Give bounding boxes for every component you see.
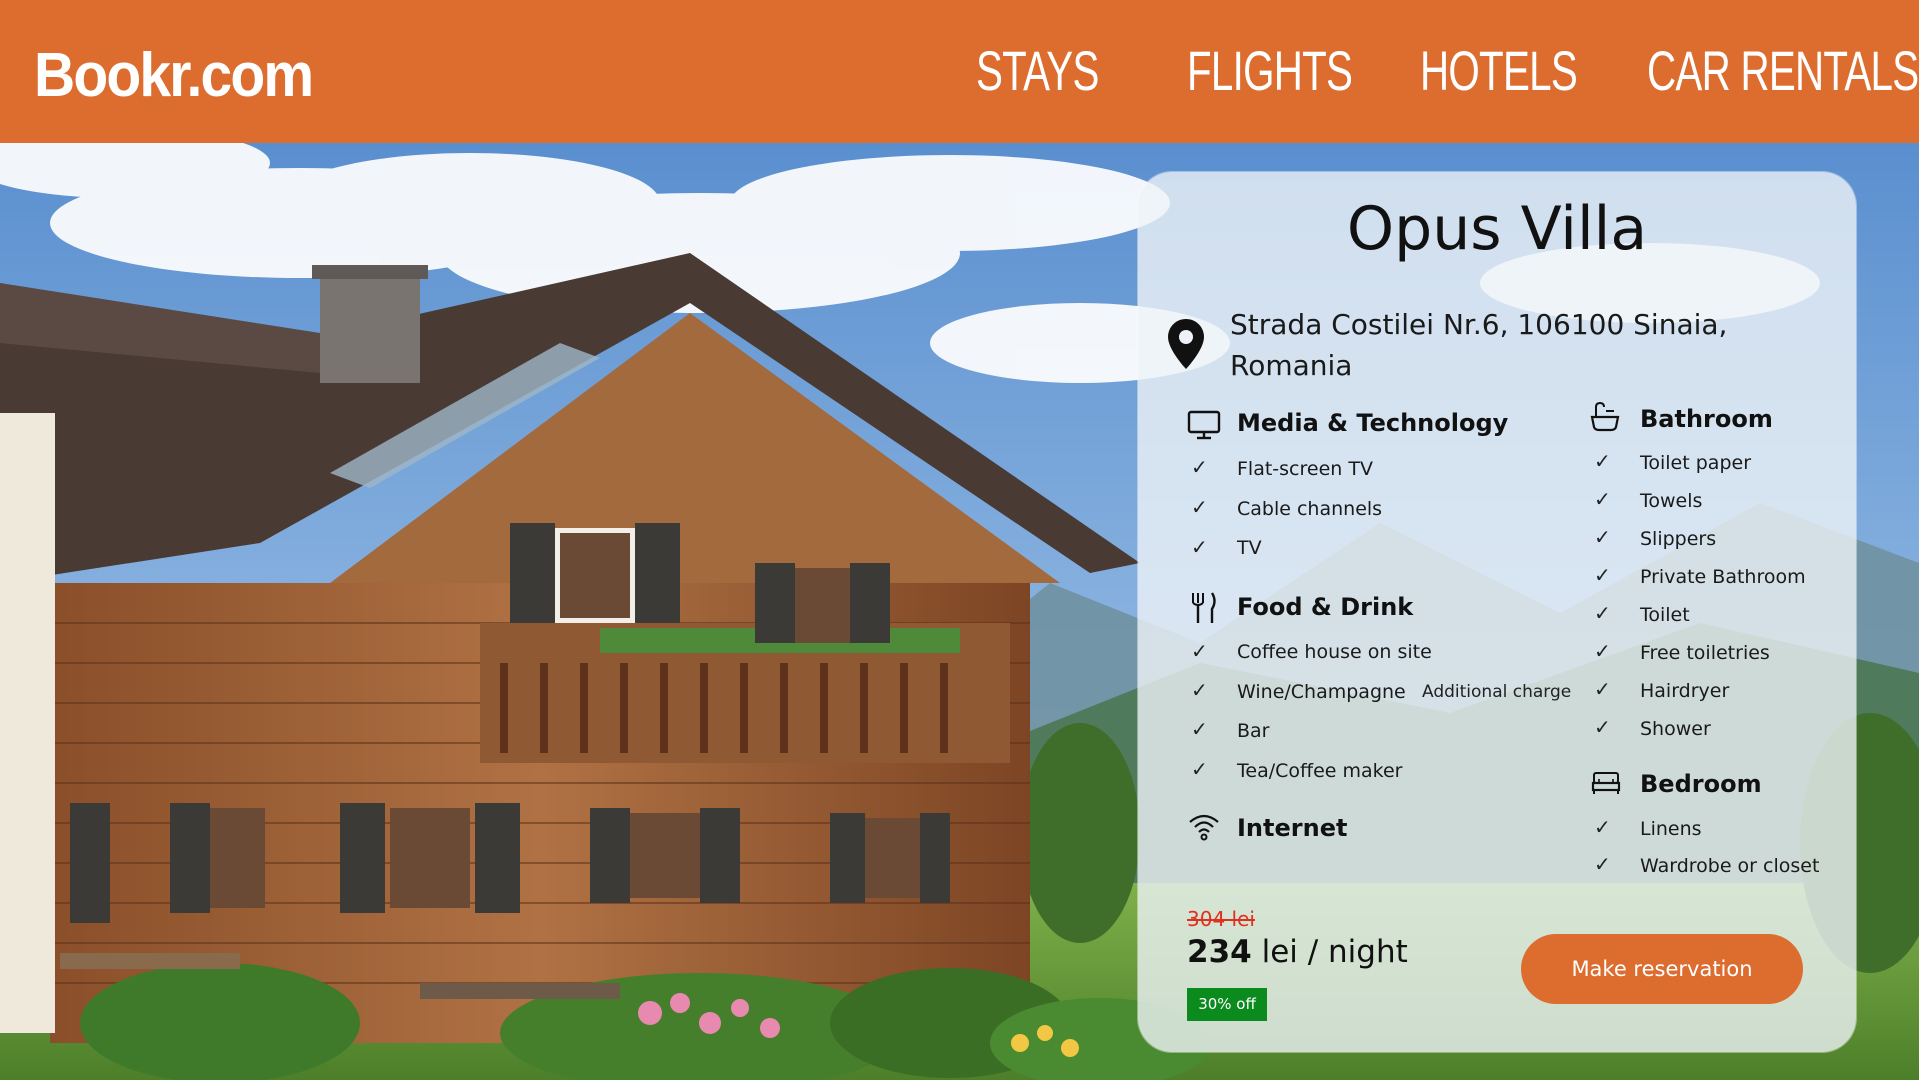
amenity-free-toiletries: Free toiletries [1640,642,1770,664]
check-icon: ✓ [1191,717,1208,741]
discount-badge: 30% off [1187,988,1267,1021]
check-icon: ✓ [1594,715,1611,739]
current-price: 234 lei / night [1187,934,1408,970]
original-price: 304 lei [1187,907,1255,931]
check-icon: ✓ [1191,678,1208,702]
amenity-flat-screen-tv: Flat-screen TV [1237,458,1373,480]
check-icon: ✓ [1594,563,1611,587]
check-icon: ✓ [1594,815,1611,839]
location-pin-icon [1168,319,1204,369]
category-internet-title: Internet [1237,814,1348,842]
tv-icon [1187,410,1221,440]
additional-charge-note: Additional charge [1422,682,1572,702]
check-icon: ✓ [1594,449,1611,473]
amenity-tea-coffee-maker: Tea/Coffee maker [1237,760,1403,782]
amenity-cable-channels: Cable channels [1237,498,1383,520]
make-reservation-button[interactable]: Make reservation [1521,934,1803,1004]
check-icon: ✓ [1191,495,1208,519]
check-icon: ✓ [1594,852,1611,876]
check-icon: ✓ [1594,601,1611,625]
price-amount: 234 [1187,934,1252,970]
category-bathroom-title: Bathroom [1640,405,1773,433]
check-icon: ✓ [1594,677,1611,701]
amenity-slippers: Slippers [1640,528,1717,550]
check-icon: ✓ [1594,639,1611,663]
amenity-tv: TV [1237,537,1262,559]
category-media-title: Media & Technology [1237,409,1509,437]
amenity-bar: Bar [1237,720,1270,742]
amenity-wine-champagne: Wine/Champagne [1237,681,1406,703]
logo[interactable]: Bookr.com [34,40,314,111]
listing-title: Opus Villa [1346,194,1648,264]
amenity-private-bathroom: Private Bathroom [1640,566,1806,588]
nav-stays[interactable]: STAYS [976,38,1099,103]
amenity-toilet-paper: Toilet paper [1640,452,1752,474]
bathtub-icon [1590,401,1620,432]
address-line-1: Strada Costilei Nr.6, 106100 Sinaia, [1230,308,1728,341]
category-food-title: Food & Drink [1237,593,1414,621]
nav-hotels[interactable]: HOTELS [1420,38,1578,103]
check-icon: ✓ [1191,535,1208,559]
amenity-hairdryer: Hairdryer [1640,680,1730,702]
listing-address: Strada Costilei Nr.6, 106100 Sinaia, Rom… [1230,304,1790,386]
fork-knife-icon [1192,592,1216,623]
price-unit: lei / night [1261,934,1408,970]
category-bedroom-title: Bedroom [1640,770,1762,798]
page: Bookr.com STAYS FLIGHTS HOTELS CAR RENTA… [0,0,1919,1080]
amenity-wardrobe: Wardrobe or closet [1640,855,1820,877]
top-bar: Bookr.com STAYS FLIGHTS HOTELS CAR RENTA… [0,0,1919,143]
nav-flights[interactable]: FLIGHTS [1187,38,1353,103]
bed-icon [1591,772,1621,794]
amenity-linens: Linens [1640,818,1702,840]
check-icon: ✓ [1594,525,1611,549]
check-icon: ✓ [1594,487,1611,511]
listing-card: Opus Villa Strada Costilei Nr.6, 106100 … [1138,172,1856,1052]
check-icon: ✓ [1191,639,1208,663]
amenity-coffee-house: Coffee house on site [1237,641,1432,663]
nav-car-rentals[interactable]: CAR RENTALS [1647,38,1919,103]
check-icon: ✓ [1191,455,1208,479]
amenity-towels: Towels [1640,490,1703,512]
amenity-shower: Shower [1640,718,1711,740]
amenity-toilet: Toilet [1640,604,1690,626]
check-icon: ✓ [1191,757,1208,781]
wifi-icon [1189,814,1219,841]
address-line-2: Romania [1230,349,1353,382]
